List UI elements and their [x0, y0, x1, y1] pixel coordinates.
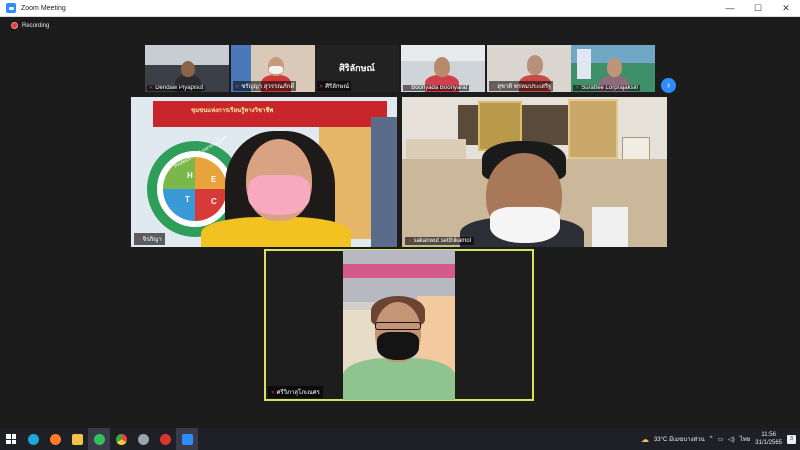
line-icon	[93, 433, 105, 445]
wheel-letter: T	[185, 195, 190, 204]
chrome-icon	[115, 433, 127, 445]
weather-label[interactable]: 33°C มีเมฆบางส่วน	[654, 434, 705, 444]
video-tile-active-speaker[interactable]: ศรีวิภาสุโภเณศร	[264, 249, 534, 401]
participant-name: Surattee Lorprajaksiri	[573, 85, 641, 91]
taskbar-edge-button[interactable]	[22, 428, 44, 450]
tray-chevron-icon[interactable]: ^	[710, 436, 713, 442]
meeting-stage: Recording Dendaw Piyapisut ชรัญญา สุวรรณ…	[0, 17, 800, 428]
participant-name: ศรีวิภาสุโภเณศร	[268, 386, 323, 398]
recording-dot-icon	[11, 22, 18, 29]
participant-display-name: ศิริลักษณ์	[339, 63, 375, 73]
start-button[interactable]	[0, 428, 22, 450]
banner-title: ชุมชนแห่งการเรียนรู้ทางวิชาชีพ	[191, 108, 274, 114]
participant-tile[interactable]: สุชาติ พรหมประเสริฐ	[487, 45, 571, 92]
windows-logo-icon	[6, 434, 16, 444]
maximize-button[interactable]: ☐	[744, 0, 772, 17]
taskbar-firefox-button[interactable]	[44, 428, 66, 450]
participant-tile[interactable]: ศิริลักษณ์ ศิริลักษณ์	[315, 45, 399, 92]
zoom-app-icon	[6, 3, 16, 13]
taskbar-app-button[interactable]	[132, 428, 154, 450]
folder-icon	[71, 433, 83, 445]
participant-name: สุชาติ พรหมประเสริฐ	[489, 81, 554, 91]
volume-icon[interactable]: ◁)	[728, 436, 735, 443]
app2-icon	[159, 433, 171, 445]
taskbar-chrome-button[interactable]	[110, 428, 132, 450]
network-icon[interactable]: ▭	[718, 436, 724, 443]
next-page-button[interactable]: ›	[661, 78, 676, 93]
participant-tile[interactable]: ชรัญญา สุวรรณภักดี	[231, 45, 315, 92]
weather-icon: ☁	[640, 434, 649, 444]
taskbar-app2-button[interactable]	[154, 428, 176, 450]
close-button[interactable]: ✕	[772, 0, 800, 17]
participant-name: Boonyada Boonyarat	[403, 85, 470, 91]
participant-name: จิรภิญา	[134, 233, 165, 245]
window-controls: — ☐ ✕	[716, 0, 800, 17]
recording-indicator[interactable]: Recording	[11, 22, 49, 29]
clock-date: 31/1/2565	[755, 440, 782, 446]
recording-label: Recording	[22, 22, 50, 29]
clock[interactable]: 11:56 31/1/2565	[755, 431, 782, 447]
participant-tile[interactable]: Dendaw Piyapisut	[145, 45, 229, 92]
window-titlebar: Zoom Meeting — ☐ ✕	[0, 0, 800, 17]
video-tile-top-left[interactable]: ชุมชนแห่งการเรียนรู้ทางวิชาชีพ Professio…	[131, 97, 397, 247]
clock-time: 11:56	[761, 432, 776, 438]
taskbar-line-button[interactable]	[88, 428, 110, 450]
zoom-icon	[181, 433, 193, 445]
system-tray: ☁ 33°C มีเมฆบางส่วน ^ ▭ ◁) ไทย 11:56 31/…	[641, 428, 800, 450]
edge-icon	[27, 433, 39, 445]
participant-name: sakanwut setthikamol	[405, 237, 474, 245]
firefox-icon	[49, 433, 61, 445]
window-title: Zoom Meeting	[21, 4, 66, 12]
wheel-letter: C	[211, 197, 217, 206]
participant-tile[interactable]: Boonyada Boonyarat	[401, 45, 485, 92]
participant-name: Dendaw Piyapisut	[147, 85, 206, 91]
wheel-letter: E	[211, 175, 217, 184]
windows-taskbar: ☁ 33°C มีเมฆบางส่วน ^ ▭ ◁) ไทย 11:56 31/…	[0, 428, 800, 450]
participant-tile[interactable]: Surattee Lorprajaksiri	[571, 45, 655, 92]
taskbar-zoom-button[interactable]	[176, 428, 198, 450]
app-icon	[137, 433, 149, 445]
participant-name: ศิริลักษณ์	[317, 81, 352, 91]
minimize-button[interactable]: —	[716, 0, 744, 17]
participant-name: ชรัญญา สุวรรณภักดี	[233, 81, 297, 91]
wheel-letter: H	[187, 171, 193, 180]
taskbar-explorer-button[interactable]	[66, 428, 88, 450]
video-tile-top-right[interactable]: sakanwut setthikamol	[402, 97, 667, 247]
language-indicator[interactable]: ไทย	[740, 434, 751, 444]
notification-center-button[interactable]: 3	[787, 434, 796, 444]
